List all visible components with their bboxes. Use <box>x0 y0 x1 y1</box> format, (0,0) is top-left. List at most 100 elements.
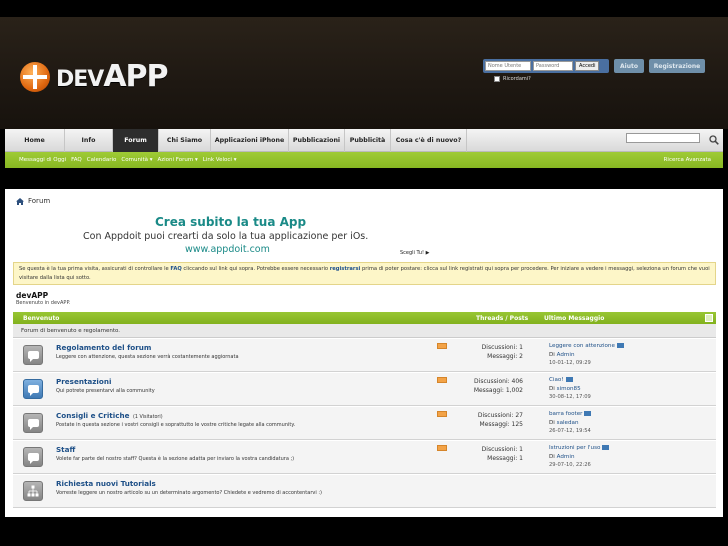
sub-navbar: Messaggi di Oggi FAQ Calendario Comunità… <box>5 152 723 168</box>
forum-threads: Discussioni: 1 <box>481 446 523 453</box>
welcome-notice: Se questa è la tua prima visita, assicur… <box>13 262 716 285</box>
tab-chi-siamo[interactable]: Chi Siamo <box>159 129 211 152</box>
remember-me[interactable]: Ricordami? <box>494 76 531 82</box>
subnav-azioni-forum[interactable]: Azioni Forum ▾ <box>158 157 198 163</box>
forum-threads: Discussioni: 27 <box>477 412 523 419</box>
ad-subtitle: Con Appdoit puoi crearti da solo la tua … <box>83 231 369 242</box>
last-post-date: 10-01-12, 09:29 <box>549 360 591 366</box>
forum-stats: Discussioni: 406 Messaggi: 1,002 <box>474 377 523 395</box>
logo-text: DEVAPP <box>56 59 169 94</box>
register-button[interactable]: Registrazione <box>649 59 705 73</box>
forum-name[interactable]: Regolamento del forum <box>56 343 151 352</box>
col-last-message: Ultimo Messaggio <box>544 315 605 322</box>
speech-bubble-icon <box>27 453 39 464</box>
search-button[interactable] <box>707 133 721 147</box>
remember-label: Ricordami? <box>503 76 531 82</box>
go-to-post-icon[interactable] <box>565 377 573 382</box>
remember-checkbox[interactable] <box>494 76 500 82</box>
tab-home[interactable]: Home <box>5 129 65 152</box>
forum-stats: Discussioni: 27 Messaggi: 125 <box>478 411 523 429</box>
forum-status-icon <box>23 481 43 501</box>
forum-status-icon <box>23 379 43 399</box>
register-link[interactable]: registrarsi <box>330 266 361 272</box>
breadcrumb: Forum <box>16 197 50 205</box>
tab-info[interactable]: Info <box>65 129 113 152</box>
forum-row[interactable]: Staff Volete far parte del nostro staff?… <box>13 441 716 474</box>
ad-tip[interactable]: Scegli Tu! ▶ <box>400 250 429 256</box>
forum-name[interactable]: Staff <box>56 445 75 454</box>
last-post: Istruzioni per l'uso Di Admin 29-07-10, … <box>549 444 610 470</box>
rss-icon[interactable] <box>437 411 447 417</box>
forum-home-title: devAPP <box>16 291 49 300</box>
forum-row[interactable]: Regolamento del forum Leggere con attenz… <box>13 339 716 372</box>
last-post-date: 30-08-12, 17:09 <box>549 394 591 400</box>
forum-description: Postate in questa sezione i vostri consi… <box>56 422 296 428</box>
last-post-title[interactable]: Ciao! <box>549 377 564 383</box>
forum-name[interactable]: Presentazioni <box>56 377 111 386</box>
category-description: Forum di benvenuto e regolamento. <box>13 324 716 338</box>
advanced-search-link[interactable]: Ricerca Avanzata <box>664 157 711 163</box>
forum-description: Vorreste leggere un nostro articolo su u… <box>56 490 322 496</box>
tab-pubblicazioni[interactable]: Pubblicazioni <box>289 129 345 152</box>
subnav-messaggi-di-oggi[interactable]: Messaggi di Oggi <box>19 157 66 163</box>
last-post: Ciao! Di simon85 30-08-12, 17:09 <box>549 377 591 400</box>
ad-title: Crea subito la tua App <box>155 215 307 229</box>
search-icon <box>709 135 719 145</box>
ad-link[interactable]: www.appdoit.com <box>185 244 270 255</box>
rss-icon[interactable] <box>437 445 447 451</box>
go-to-post-icon[interactable] <box>584 411 592 416</box>
last-post-title[interactable]: Leggere con attenzione <box>549 343 615 349</box>
rss-icon[interactable] <box>437 377 447 383</box>
category-header: Benvenuto Threads / Posts Ultimo Messagg… <box>13 312 716 324</box>
search-input[interactable] <box>626 133 700 143</box>
main-navbar: Home Info Forum Chi Siamo Applicazioni i… <box>5 129 723 152</box>
letterbox-bottom <box>0 517 728 546</box>
forum-description: Leggere con attenzione, questa sezione v… <box>56 354 239 360</box>
last-post-user[interactable]: Admin <box>557 352 575 358</box>
forum-row[interactable]: Richiesta nuovi Tutorials Vorreste legge… <box>13 475 716 508</box>
subnav-comunita[interactable]: Comunità ▾ <box>121 157 152 163</box>
help-button[interactable]: Aiuto <box>614 59 644 73</box>
tab-forum[interactable]: Forum <box>113 129 159 152</box>
last-post-date: 26-07-12, 19:54 <box>549 428 591 434</box>
forum-row[interactable]: Presentazioni Qui potrete presentarvi al… <box>13 373 716 406</box>
username-input[interactable] <box>485 61 531 71</box>
last-post-date: 29-07-10, 22:26 <box>549 462 591 468</box>
last-post-title[interactable]: barra footer <box>549 411 582 417</box>
category-name[interactable]: Benvenuto <box>23 315 59 322</box>
tab-applicazioni-iphone[interactable]: Applicazioni iPhone <box>211 129 289 152</box>
tab-pubblicita[interactable]: Pubblicità <box>345 129 391 152</box>
speech-bubble-icon <box>27 385 39 396</box>
collapse-icon[interactable] <box>705 314 713 322</box>
faq-link[interactable]: FAQ <box>170 266 181 272</box>
forum-name[interactable]: Consigli e Critiche <box>56 411 129 420</box>
forum-threads: Discussioni: 406 <box>474 378 523 385</box>
forum-row[interactable]: Consigli e Critiche (1 Visitatori) Posta… <box>13 407 716 440</box>
tab-cosa-ce-di-nuovo[interactable]: Cosa c'è di nuovo? <box>391 129 467 152</box>
rss-icon[interactable] <box>437 343 447 349</box>
home-icon[interactable] <box>16 197 24 205</box>
breadcrumb-forum[interactable]: Forum <box>28 197 50 205</box>
password-input[interactable] <box>533 61 573 71</box>
last-post-user[interactable]: simon85 <box>557 386 581 392</box>
forum-viewers: (1 Visitatori) <box>133 415 163 420</box>
last-post-user[interactable]: Admin <box>557 454 575 460</box>
last-post-title[interactable]: Istruzioni per l'uso <box>549 445 600 451</box>
forum-home-subtitle: Benvenuto in devAPP. <box>16 300 71 306</box>
go-to-post-icon[interactable] <box>616 343 624 348</box>
subnav-calendario[interactable]: Calendario <box>87 157 117 163</box>
forum-stats: Discussioni: 1 Messaggi: 2 <box>482 343 523 361</box>
forum-name[interactable]: Richiesta nuovi Tutorials <box>56 479 156 488</box>
site-logo[interactable]: DEVAPP <box>20 59 169 94</box>
forum-threads: Discussioni: 1 <box>481 344 523 351</box>
login-button[interactable]: Accedi <box>575 61 600 71</box>
subnav-link-veloci[interactable]: Link Veloci ▾ <box>203 157 237 163</box>
forum-stats: Discussioni: 1 Messaggi: 1 <box>482 445 523 463</box>
last-post-user[interactable]: saledan <box>557 420 579 426</box>
forum-posts: Messaggi: 125 <box>479 421 523 428</box>
forum-status-icon <box>23 345 43 365</box>
sitemap-icon <box>27 485 39 497</box>
go-to-post-icon[interactable] <box>602 445 610 450</box>
subnav-faq[interactable]: FAQ <box>71 157 82 163</box>
ad-banner[interactable]: Crea subito la tua App Con Appdoit puoi … <box>5 213 723 256</box>
